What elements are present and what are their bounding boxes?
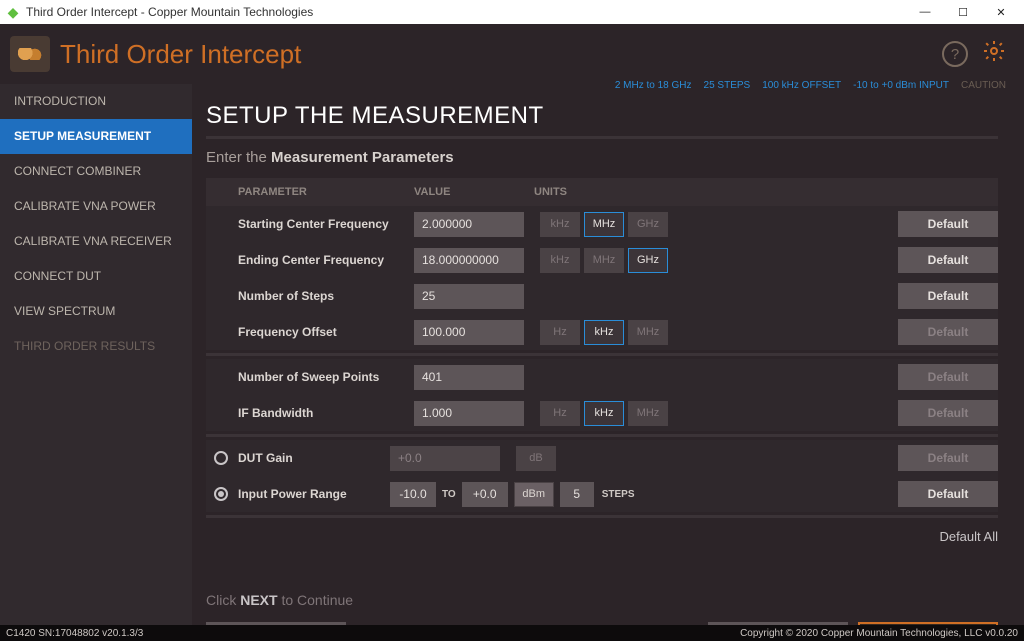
settings-icon[interactable] [982,39,1006,70]
col-parameter: PARAMETER [238,186,414,198]
input-dut-gain[interactable] [390,446,500,471]
row-frequency-offset: Frequency Offset Hz kHz MHz Default [206,314,998,350]
unit-ghz[interactable]: GHz [628,248,668,273]
input-power-steps[interactable] [560,482,594,507]
sidebar-item-introduction[interactable]: INTRODUCTION [0,84,192,119]
sidebar-item-calibrate-vna-receiver[interactable]: CALIBRATE VNA RECEIVER [0,224,192,259]
bottom-bar: LOAD SETUP... < BACK NEXT > [206,608,998,625]
input-sweep-points[interactable] [414,365,524,390]
unit-ghz[interactable]: GHz [628,212,668,237]
unit-khz[interactable]: kHz [540,212,580,237]
row-if-bandwidth: IF Bandwidth Hz kHz MHz Default [206,395,998,431]
ribbon-offset: 100 kHz OFFSET [762,80,841,91]
label-freq-offset: Frequency Offset [238,325,414,339]
label-num-steps: Number of Steps [238,289,414,303]
default-all-button[interactable]: Default All [939,529,998,544]
sidebar-item-setup-measurement[interactable]: SETUP MEASUREMENT [0,119,192,154]
app-icon: ◆ [6,5,20,19]
status-right: Copyright © 2020 Copper Mountain Technol… [740,628,1018,639]
status-left: C1420 SN:17048802 v20.1.3/3 [6,628,143,639]
input-num-steps[interactable] [414,284,524,309]
radio-input-power[interactable] [214,487,228,501]
unit-mhz[interactable]: MHz [628,320,668,345]
col-value: VALUE [414,186,534,198]
app-logo [10,36,50,72]
window-title: Third Order Intercept - Copper Mountain … [26,5,906,19]
help-icon[interactable]: ? [942,41,968,67]
page-subtitle: Enter the Measurement Parameters [206,149,998,166]
label-sweep-points: Number of Sweep Points [238,370,414,384]
app-header: Third Order Intercept ? 2 MHz to 18 GHz … [0,24,1024,84]
input-power-from[interactable] [390,482,436,507]
default-input-power[interactable]: Default [898,481,998,507]
label-input-power: Input Power Range [238,487,347,501]
col-units: UNITS [534,186,567,198]
input-start-freq[interactable] [414,212,524,237]
input-end-freq[interactable] [414,248,524,273]
radio-dut-gain[interactable] [214,451,228,465]
table-header: PARAMETER VALUE UNITS [206,178,998,206]
unit-hz[interactable]: Hz [540,320,580,345]
info-ribbon: 2 MHz to 18 GHz 25 STEPS 100 kHz OFFSET … [615,80,1006,91]
label-start-freq: Starting Center Frequency [238,217,414,231]
steps-label: STEPS [602,489,635,500]
unit-khz[interactable]: kHz [584,401,624,426]
close-button[interactable]: ✕ [982,0,1020,24]
ribbon-range: 2 MHz to 18 GHz [615,80,692,91]
input-freq-offset[interactable] [414,320,524,345]
unit-khz[interactable]: kHz [584,320,624,345]
window-titlebar: ◆ Third Order Intercept - Copper Mountai… [0,0,1024,24]
page-heading: SETUP THE MEASUREMENT [206,102,998,130]
sidebar-item-connect-combiner[interactable]: CONNECT COMBINER [0,154,192,189]
row-number-of-steps: Number of Steps Default [206,278,998,314]
status-bar: C1420 SN:17048802 v20.1.3/3 Copyright © … [0,625,1024,641]
continue-hint: Click NEXT to Continue [206,592,998,608]
default-sweep-points[interactable]: Default [898,364,998,390]
ribbon-steps: 25 STEPS [704,80,751,91]
default-start-freq[interactable]: Default [898,211,998,237]
unit-mhz[interactable]: MHz [628,401,668,426]
unit-khz[interactable]: kHz [540,248,580,273]
label-dut-gain: DUT Gain [238,451,293,465]
minimize-button[interactable]: — [906,0,944,24]
input-if-bw[interactable] [414,401,524,426]
row-sweep-points: Number of Sweep Points Default [206,359,998,395]
default-num-steps[interactable]: Default [898,283,998,309]
default-if-bw[interactable]: Default [898,400,998,426]
unit-mhz[interactable]: MHz [584,248,624,273]
row-dut-gain: DUT Gain dB Default [206,440,998,476]
sidebar-item-connect-dut[interactable]: CONNECT DUT [0,259,192,294]
default-freq-offset[interactable]: Default [898,319,998,345]
separator [206,434,998,437]
main-panel: SETUP THE MEASUREMENT Enter the Measurem… [192,84,1024,625]
label-if-bw: IF Bandwidth [238,406,414,420]
unit-dbm[interactable]: dBm [514,482,554,507]
sidebar-item-view-spectrum[interactable]: VIEW SPECTRUM [0,294,192,329]
default-dut-gain[interactable]: Default [898,445,998,471]
ribbon-caution: CAUTION [961,80,1006,91]
row-starting-center-frequency: Starting Center Frequency kHz MHz GHz De… [206,206,998,242]
row-ending-center-frequency: Ending Center Frequency kHz MHz GHz Defa… [206,242,998,278]
sidebar-item-calibrate-vna-power[interactable]: CALIBRATE VNA POWER [0,189,192,224]
unit-db: dB [516,446,556,471]
to-label: TO [442,489,456,500]
input-power-to[interactable] [462,482,508,507]
maximize-button[interactable]: ☐ [944,0,982,24]
unit-mhz[interactable]: MHz [584,212,624,237]
label-end-freq: Ending Center Frequency [238,253,414,267]
sidebar: INTRODUCTION SETUP MEASUREMENT CONNECT C… [0,84,192,625]
row-input-power-range: Input Power Range TO dBm STEPS Default [206,476,998,512]
separator [206,353,998,356]
default-end-freq[interactable]: Default [898,247,998,273]
sidebar-item-third-order-results[interactable]: THIRD ORDER RESULTS [0,329,192,364]
app-title: Third Order Intercept [60,39,301,70]
unit-hz[interactable]: Hz [540,401,580,426]
separator [206,515,998,518]
ribbon-input: -10 to +0 dBm INPUT [853,80,949,91]
divider [206,136,998,139]
